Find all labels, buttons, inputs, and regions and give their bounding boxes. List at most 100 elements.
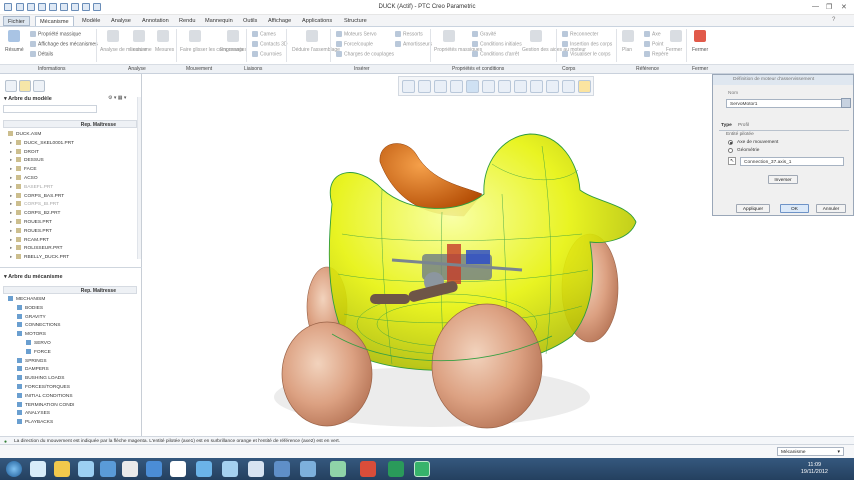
model-tree-item[interactable]: ROUES.PRT	[16, 219, 52, 225]
maximize-icon[interactable]: ❐	[826, 3, 832, 11]
plane-icon[interactable]	[622, 30, 634, 42]
tab-mannequin[interactable]: Mannequin	[201, 16, 237, 26]
mass-props-button[interactable]: Propriété massique	[30, 31, 81, 37]
apply-button[interactable]: Appliquer	[736, 204, 770, 213]
minimize-icon[interactable]: —	[812, 3, 819, 10]
belts-button[interactable]: Courroies	[252, 51, 282, 57]
expand-arrow-icon[interactable]: ▸	[10, 219, 12, 225]
geometry-radio[interactable]	[728, 148, 733, 153]
tab-mechanism[interactable]: Mécanisme	[35, 16, 74, 26]
gears-label[interactable]: Engrenages	[220, 47, 247, 53]
app-icon-9[interactable]	[300, 461, 316, 477]
mass-properties-icon[interactable]	[443, 30, 455, 42]
tab-model[interactable]: Modèle	[78, 16, 104, 26]
app-icon-7[interactable]	[248, 461, 264, 477]
favorites-tab-icon[interactable]	[33, 80, 45, 92]
ie-icon[interactable]	[78, 461, 94, 477]
group-reference[interactable]: Référence	[636, 66, 659, 72]
expand-arrow-icon[interactable]: ▸	[10, 237, 12, 243]
panel-splitter[interactable]	[0, 267, 142, 272]
model-tree-item[interactable]: ROLISSEUR.PRT	[16, 245, 63, 251]
model-tree-item[interactable]: DUCK_SKEL0001.PRT	[16, 139, 74, 146]
expand-arrow-icon[interactable]: ▸	[10, 245, 12, 251]
app-icon-2[interactable]	[122, 461, 138, 477]
tab-type[interactable]: Type	[721, 123, 732, 128]
servo-motors-button[interactable]: Moteurs Servo	[336, 31, 377, 37]
cams-button[interactable]: Cames	[252, 31, 276, 37]
model-tree-item[interactable]: CORPS_BAS.PRT	[16, 192, 64, 198]
mech-tree-item[interactable]: BUSHING LOADS	[17, 375, 64, 381]
graphics-window[interactable]	[142, 74, 712, 436]
plane-label[interactable]: Plan	[622, 47, 632, 53]
model-tree-item[interactable]: ACSO	[16, 175, 38, 181]
force-torque-button[interactable]: Force/couple	[336, 41, 373, 47]
expand-arrow-icon[interactable]: ▸	[10, 254, 12, 260]
summary-label[interactable]: Résumé	[5, 47, 24, 53]
model-tree-item[interactable]: RBELLY_DUCK.PRT	[16, 254, 69, 260]
model-tree-column-header[interactable]: Rep. Maîtresse	[3, 120, 137, 128]
mech-tree-item[interactable]: TERMINATION CONDI	[17, 401, 74, 407]
app-icon-4[interactable]	[170, 461, 186, 477]
csys-button[interactable]: Repère	[644, 51, 668, 57]
creo-icon-2[interactable]	[414, 461, 430, 477]
geometry-label[interactable]: Géométrie	[737, 148, 759, 153]
mech-tree-item[interactable]: PLAYBACKS	[17, 419, 53, 425]
explorer-icon[interactable]	[54, 461, 70, 477]
model-tree-scrollbar[interactable]	[137, 97, 141, 259]
mech-tree-item[interactable]: SERVO	[26, 340, 51, 346]
creo-icon-1[interactable]	[388, 461, 404, 477]
mech-tree-item[interactable]: SPRINGS	[17, 357, 47, 363]
quit-label[interactable]: Fermer	[666, 47, 682, 53]
powerpoint-icon[interactable]	[360, 461, 376, 477]
tab-render[interactable]: Rendu	[175, 16, 199, 26]
drag-components-icon[interactable]	[189, 30, 201, 42]
body-insert-button[interactable]: Insertion des corps	[562, 41, 612, 47]
tab-profile[interactable]: Profil	[738, 123, 749, 128]
expand-arrow-icon[interactable]: ▸	[10, 140, 12, 146]
tab-view[interactable]: Affichage	[264, 16, 295, 26]
model-tree-item[interactable]: DUCK.ASM	[8, 131, 41, 137]
model-tree-tab-icon[interactable]	[5, 80, 17, 92]
model-tree-item[interactable]: CORPS_BI.PRT	[16, 201, 59, 207]
gears-icon[interactable]	[227, 30, 239, 42]
mech-tree-item[interactable]: INITIAL CONDITIONS	[17, 392, 73, 399]
mech-tree-item[interactable]: CONNECTIONS	[17, 322, 60, 328]
select-arrow-icon[interactable]: ↖	[728, 157, 736, 165]
start-icon[interactable]	[6, 461, 22, 477]
tree-settings-icon[interactable]: ⚙ ▾ ▦ ▾	[108, 95, 138, 102]
app-icon-1[interactable]	[100, 461, 116, 477]
motion-axis-radio[interactable]	[728, 140, 733, 145]
model-tree-item[interactable]: FACE	[16, 166, 37, 172]
initial-conditions-button[interactable]: Conditions initiales	[472, 41, 522, 47]
model-tree-item[interactable]: BASEFL.PRT	[16, 183, 53, 190]
expand-arrow-icon[interactable]: ▸	[10, 228, 12, 234]
expand-arrow-icon[interactable]: ▸	[10, 157, 12, 163]
connection-input[interactable]: Connection_37.axis_1	[740, 157, 844, 166]
playback-label[interactable]: Lecture	[130, 47, 147, 53]
stop-conditions-button[interactable]: Conditions d'arrêt	[472, 51, 519, 57]
tab-annotation[interactable]: Annotation	[138, 16, 173, 26]
app-icon-8[interactable]	[274, 461, 290, 477]
tab-file[interactable]: Fichier	[3, 16, 30, 26]
ok-button[interactable]: OK	[780, 204, 809, 213]
app-icon-6[interactable]	[222, 461, 238, 477]
expand-arrow-icon[interactable]: ▸	[10, 149, 12, 155]
reconnect-button[interactable]: Reconnecter	[562, 31, 598, 37]
tab-applications[interactable]: Applications	[298, 16, 336, 26]
measures-label[interactable]: Mesures	[155, 47, 174, 53]
model-tree-item[interactable]: ROUES.PRT	[16, 227, 52, 234]
details-button[interactable]: Détails	[30, 51, 53, 57]
axis-button[interactable]: Axe	[644, 31, 661, 37]
tab-structure[interactable]: Structure	[340, 16, 371, 26]
duck-toy-model[interactable]	[142, 74, 712, 436]
mech-tree-item[interactable]: BODIES	[17, 304, 43, 311]
expand-arrow-icon[interactable]: ▸	[10, 175, 12, 181]
infer-assembly-label[interactable]: Déduire l'assemblage	[292, 47, 340, 53]
expand-arrow-icon[interactable]: ▸	[10, 193, 12, 199]
tab-analysis[interactable]: Analyse	[107, 16, 135, 26]
group-analysis[interactable]: Analyse	[128, 66, 146, 72]
mech-tree-item[interactable]: MOTORS	[17, 331, 46, 337]
springs-button[interactable]: Ressorts	[395, 31, 423, 37]
motor-aids-icon[interactable]	[530, 30, 542, 42]
inverse-button[interactable]: Inverser	[768, 175, 798, 184]
